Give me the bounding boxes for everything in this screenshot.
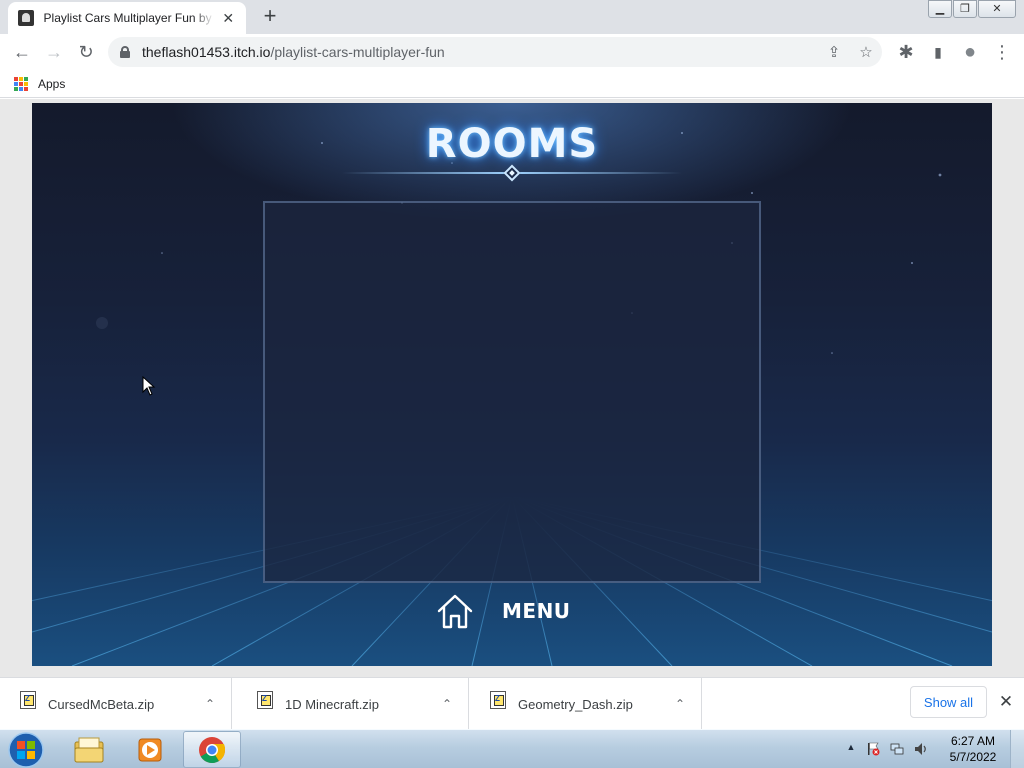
apps-grid-dot (24, 86, 28, 91)
chevron-up-icon[interactable]: ⌃ (670, 697, 690, 711)
apps-grid-dot (19, 76, 23, 81)
browser-menu-icon[interactable]: ⋮ (988, 38, 1016, 66)
bookmark-apps[interactable]: Apps (38, 77, 65, 91)
download-item[interactable]: 1D Minecraft.zip ⌃ (237, 678, 469, 730)
home-icon (437, 594, 473, 629)
zip-file-icon (257, 691, 273, 709)
reload-button[interactable]: ↻ (72, 38, 100, 66)
apps-grid-dot (24, 76, 28, 81)
media-player-taskbar-button[interactable] (121, 731, 179, 768)
mouse-cursor-icon (142, 376, 156, 396)
clock-date: 5/7/2022 (949, 750, 997, 764)
download-filename: Geometry_Dash.zip (518, 696, 633, 712)
apps-grid-dot (14, 76, 18, 81)
new-tab-button[interactable]: + (258, 5, 282, 28)
windows-explorer-taskbar-button[interactable] (60, 731, 118, 768)
start-button[interactable] (4, 731, 48, 768)
close-download-shelf-icon[interactable]: ✕ (996, 692, 1016, 712)
windows-taskbar: ▲ 6:27 AM 5/7/2022 (0, 729, 1024, 768)
system-clock[interactable]: 6:27 AM 5/7/2022 (940, 733, 1006, 765)
apps-grid-dot (19, 81, 23, 86)
system-tray: ▲ 6:27 AM 5/7/2022 (844, 730, 1024, 768)
chrome-icon (199, 736, 226, 763)
zip-file-icon (20, 691, 36, 709)
menu-label: MENU (502, 599, 571, 623)
minimize-button[interactable]: ▁ (928, 0, 952, 18)
download-shelf: CursedMcBeta.zip ⌃ 1D Minecraft.zip ⌃ Ge… (0, 677, 1024, 730)
download-item[interactable]: Geometry_Dash.zip ⌃ (470, 678, 702, 730)
chrome-taskbar-button[interactable] (183, 731, 241, 768)
extensions-icon[interactable]: ✱ (892, 38, 920, 66)
share-icon[interactable]: ⇪ (820, 37, 848, 67)
site-favicon-icon (18, 10, 34, 26)
network-icon[interactable] (890, 742, 904, 756)
browser-toolbar: ← → ↻ theflash01453.itch.io/playlist-car… (0, 34, 1024, 70)
bookmark-star-icon[interactable]: ☆ (852, 37, 880, 67)
url-text[interactable]: theflash01453.itch.io/playlist-cars-mult… (142, 44, 445, 60)
download-filename: CursedMcBeta.zip (48, 696, 155, 712)
profile-avatar-icon[interactable]: ● (956, 38, 984, 66)
rooms-list-panel[interactable] (263, 201, 761, 583)
address-bar[interactable]: theflash01453.itch.io/playlist-cars-mult… (108, 37, 882, 67)
apps-grid-dot (19, 86, 23, 91)
chevron-up-icon[interactable]: ⌃ (200, 697, 220, 711)
show-hidden-icons-arrow-icon[interactable]: ▲ (844, 742, 858, 756)
media-player-icon (138, 738, 162, 761)
apps-grid-dot (24, 81, 28, 86)
tab-close-icon[interactable]: ✕ (220, 10, 236, 26)
chevron-up-icon[interactable]: ⌃ (437, 697, 457, 711)
action-center-flag-icon[interactable] (866, 742, 880, 756)
lock-icon[interactable] (120, 46, 130, 58)
rooms-title: ROOMS (425, 121, 599, 167)
download-item[interactable]: CursedMcBeta.zip ⌃ (0, 678, 232, 730)
clock-time: 6:27 AM (950, 734, 996, 748)
volume-icon[interactable] (914, 742, 928, 756)
restore-button[interactable]: ❐ (953, 0, 977, 18)
zip-file-icon (490, 691, 506, 709)
url-path: /playlist-cars-multiplayer-fun (270, 44, 445, 60)
close-window-button[interactable]: ✕ (978, 0, 1016, 18)
bookmarks-bar: Apps (0, 70, 1024, 98)
windows-explorer-icon (74, 737, 104, 762)
back-button[interactable]: ← (8, 38, 36, 66)
show-desktop-button[interactable] (1010, 730, 1024, 768)
apps-grid-dot (14, 86, 18, 91)
menu-button[interactable]: MENU (436, 589, 576, 633)
forward-button[interactable]: → (40, 38, 68, 66)
tab-title: Playlist Cars Multiplayer Fun by T (43, 11, 215, 25)
show-all-downloads-button[interactable]: Show all (910, 686, 987, 718)
game-canvas[interactable]: ROOMS MENU (32, 103, 992, 666)
apps-grid-dot (14, 81, 18, 86)
download-filename: 1D Minecraft.zip (285, 696, 379, 712)
page-content: ROOMS MENU (0, 99, 1024, 677)
apps-grid-icon[interactable] (14, 76, 28, 91)
side-panel-icon[interactable]: ▮ (924, 38, 952, 66)
url-host: theflash01453.itch.io (142, 44, 271, 60)
tab-strip: Playlist Cars Multiplayer Fun by T ✕ + ▁… (0, 0, 1024, 34)
screen: Playlist Cars Multiplayer Fun by T ✕ + ▁… (0, 0, 1024, 768)
tab-playlist-cars[interactable]: Playlist Cars Multiplayer Fun by T ✕ (8, 2, 246, 34)
